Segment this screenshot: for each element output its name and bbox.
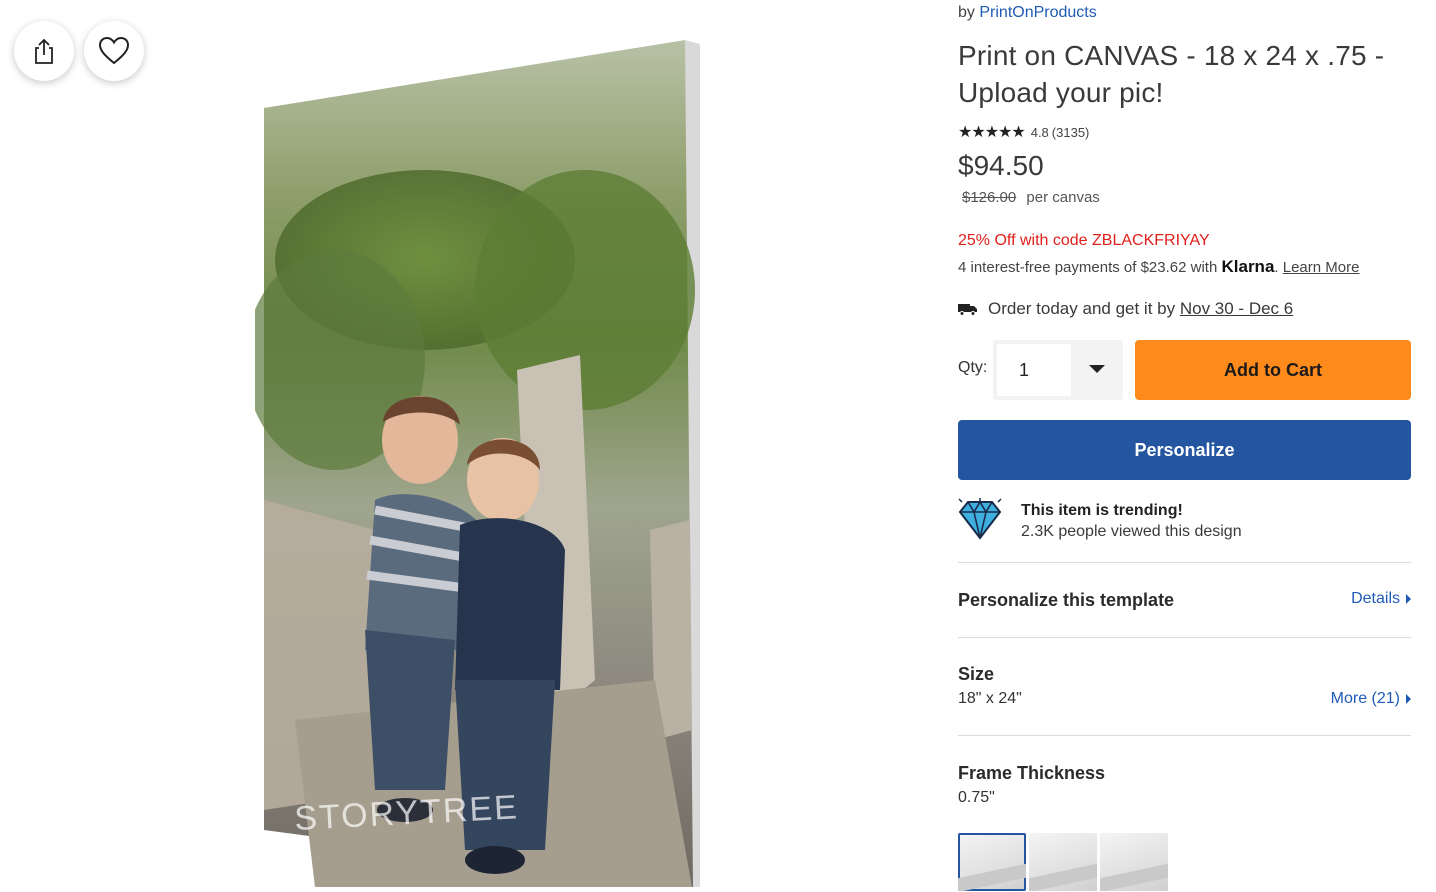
chevron-down-icon[interactable] bbox=[1089, 365, 1105, 373]
frame-options bbox=[958, 833, 1168, 891]
size-section-title: Size bbox=[958, 664, 995, 684]
review-count: (3135) bbox=[1051, 124, 1090, 140]
price: $94.50 bbox=[958, 150, 1044, 181]
klarna-text: 4 interest-free payments of $23.62 with bbox=[958, 259, 1218, 276]
original-price: $126.00 bbox=[962, 189, 1017, 206]
star-rating-icon: ★★★★★ bbox=[958, 124, 1026, 141]
details-link[interactable]: Details bbox=[1351, 590, 1411, 608]
qty-label: Qty: bbox=[958, 359, 988, 376]
learn-more-link[interactable]: Learn More bbox=[1283, 259, 1360, 276]
favorite-button[interactable] bbox=[84, 21, 144, 81]
size-value: 18" x 24" bbox=[958, 690, 1022, 707]
frame-value: 0.75" bbox=[958, 789, 995, 806]
price-unit: per canvas bbox=[1026, 189, 1100, 206]
qty-input[interactable] bbox=[997, 344, 1071, 396]
add-to-cart-button[interactable]: Add to Cart bbox=[1135, 340, 1411, 400]
product-image: STORYTREE bbox=[245, 30, 715, 887]
brand-line: by PrintOnProducts bbox=[958, 4, 1097, 22]
delivery-dates[interactable]: Nov 30 - Dec 6 bbox=[1180, 299, 1293, 318]
share-button[interactable] bbox=[14, 21, 74, 81]
trending-banner: This item is trending! 2.3K people viewe… bbox=[958, 498, 1411, 562]
divider bbox=[958, 562, 1411, 563]
rating-value: 4.8 bbox=[1030, 124, 1049, 140]
share-icon bbox=[35, 38, 53, 64]
frame-section-title: Frame Thickness bbox=[958, 763, 1106, 783]
personalize-button[interactable]: Personalize bbox=[958, 420, 1411, 480]
caret-right-icon bbox=[1406, 594, 1411, 604]
brand-link[interactable]: PrintOnProducts bbox=[979, 4, 1096, 21]
rating[interactable]: ★★★★★ 4.8 (3135) bbox=[958, 122, 1089, 142]
divider bbox=[958, 637, 1411, 638]
by-prefix: by bbox=[958, 4, 975, 21]
more-sizes-label: More (21) bbox=[1330, 690, 1400, 707]
trending-subtitle: 2.3K people viewed this design bbox=[1021, 523, 1242, 540]
product-title: Print on CANVAS - 18 x 24 x .75 - Upload… bbox=[958, 40, 1385, 108]
diamond-icon bbox=[958, 498, 1002, 540]
klarna-period: . bbox=[1274, 259, 1279, 276]
template-section-title: Personalize this template bbox=[958, 590, 1175, 610]
delivery-estimate: Order today and get it by Nov 30 - Dec 6 bbox=[958, 299, 1293, 319]
divider bbox=[958, 735, 1411, 736]
caret-right-icon bbox=[1406, 694, 1411, 704]
frame-option-thumbnail[interactable] bbox=[1029, 833, 1097, 891]
truck-icon bbox=[958, 304, 977, 316]
klarna-logo: Klarna bbox=[1221, 257, 1275, 276]
qty-select[interactable] bbox=[993, 340, 1123, 400]
original-price-row: $126.00 per canvas bbox=[962, 189, 1100, 206]
trending-title: This item is trending! bbox=[1021, 502, 1183, 519]
frame-option-thumbnail[interactable] bbox=[958, 833, 1026, 891]
klarna-row: 4 interest-free payments of $23.62 with … bbox=[958, 257, 1359, 277]
more-sizes-link[interactable]: More (21) bbox=[1331, 690, 1411, 708]
frame-option-thumbnail[interactable] bbox=[1100, 833, 1168, 891]
details-link-label: Details bbox=[1351, 590, 1400, 607]
delivery-prefix: Order today and get it by bbox=[988, 299, 1176, 318]
heart-icon bbox=[98, 36, 130, 65]
promo-text: 25% Off with code ZBLACKFRIYAY bbox=[958, 232, 1210, 249]
